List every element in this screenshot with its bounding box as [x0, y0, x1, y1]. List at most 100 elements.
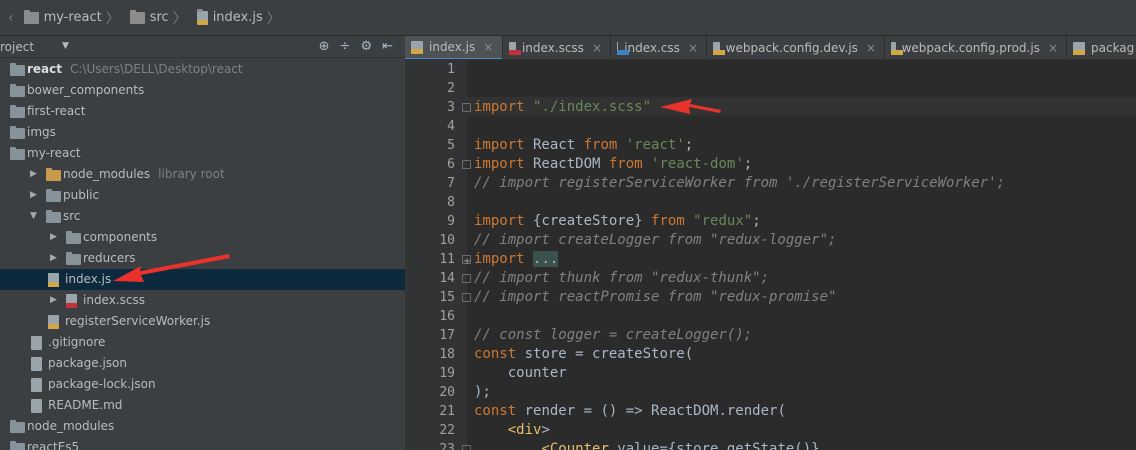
code-line: 9 import {createStore} from "redux";	[405, 212, 1136, 231]
chevron-right-icon[interactable]: ▶	[50, 253, 57, 263]
folder-icon	[10, 420, 25, 433]
breadcrumb: ‹ my-react 〉 src 〉 index.js 〉	[0, 0, 1136, 36]
code-line: 6 import ReactDOM from 'react-dom';	[405, 155, 1136, 174]
tree-item[interactable]: ▶ node_modules library root	[0, 164, 405, 185]
tree-item-label: first-react	[27, 104, 86, 118]
chevron-down-icon[interactable]: ▼	[30, 211, 37, 221]
tree-item-hint: C:\Users\DELL\Desktop\react	[70, 62, 243, 76]
collapse-fold-icon[interactable]	[462, 274, 471, 283]
scss-file-icon	[66, 294, 77, 308]
code-line: 16	[405, 307, 1136, 326]
collapse-fold-icon[interactable]	[462, 103, 471, 112]
tree-item-label: react C:\Users\DELL\Desktop\react	[27, 62, 243, 76]
tree-item-label: registerServiceWorker.js	[65, 314, 211, 328]
folder-icon	[10, 147, 25, 160]
line-number: 23	[439, 442, 455, 450]
code-line: 11 import ...	[405, 250, 1136, 271]
tree-item[interactable]: ▶ public	[0, 185, 405, 206]
tree-item[interactable]: .gitignore	[0, 332, 405, 353]
editor-tab[interactable]: index.scss ×	[503, 36, 611, 59]
line-number: 11	[439, 252, 455, 267]
close-icon[interactable]: ×	[592, 41, 602, 55]
code-line: 21 const render = () => ReactDOM.render(	[405, 402, 1136, 421]
code-text: // import reactPromise from "redux-promi…	[474, 289, 837, 305]
close-icon[interactable]: ×	[688, 41, 698, 55]
scss-file-icon	[509, 41, 521, 55]
code-text: );	[474, 384, 491, 400]
editor-tab-label: packag	[1091, 41, 1135, 55]
tree-item-label: README.md	[48, 398, 123, 412]
close-icon[interactable]: ×	[483, 40, 493, 54]
collapse-fold-icon[interactable]	[462, 445, 471, 450]
tree-item[interactable]: ▶ index.scss	[0, 290, 405, 311]
tree-item[interactable]: first-react	[0, 101, 405, 122]
folder-icon	[129, 9, 145, 24]
tree-item-label: public	[63, 188, 100, 202]
breadcrumb-item-src[interactable]: src 〉	[124, 8, 191, 28]
hide-panel-icon[interactable]: ⇤	[382, 39, 393, 54]
tree-item-label: bower_components	[27, 83, 145, 97]
code-line: 8	[405, 193, 1136, 212]
editor-tab[interactable]: packag	[1067, 36, 1136, 59]
code-text: // const logger = createLogger();	[474, 327, 753, 343]
tree-item[interactable]: README.md	[0, 395, 405, 416]
line-number: 2	[447, 81, 455, 96]
library-folder-icon	[46, 168, 61, 181]
project-view-selector[interactable]: roject	[0, 40, 34, 54]
chevron-right-icon[interactable]: ▶	[30, 169, 37, 179]
tree-item[interactable]: imgs	[0, 122, 405, 143]
tree-item-label: package.json	[48, 356, 128, 370]
code-text: // import createLogger from "redux-logge…	[474, 232, 837, 248]
tree-item-label: .gitignore	[48, 335, 106, 349]
tree-item[interactable]: ▶ reducers	[0, 248, 405, 269]
tree-item[interactable]: package-lock.json	[0, 374, 405, 395]
chevron-right-icon: 〉	[105, 10, 120, 27]
editor-tab[interactable]: index.css ×	[611, 36, 707, 59]
tree-item[interactable]: index.js	[0, 269, 405, 290]
chevron-right-icon[interactable]: ▶	[30, 190, 37, 200]
gear-icon[interactable]: ⚙	[360, 39, 372, 54]
tree-item[interactable]: ▶ components	[0, 227, 405, 248]
tree-item[interactable]: my-react	[0, 143, 405, 164]
expand-fold-icon[interactable]	[462, 252, 471, 271]
collapse-all-icon[interactable]: ÷	[340, 39, 351, 54]
tree-item[interactable]: reactEs5	[0, 437, 405, 450]
line-number: 15	[439, 290, 455, 305]
editor-tab-label: webpack.config.dev.js	[725, 41, 858, 55]
collapse-fold-icon[interactable]	[462, 160, 471, 169]
editor-tab[interactable]: webpack.config.prod.js ×	[885, 36, 1067, 59]
tree-item[interactable]: registerServiceWorker.js	[0, 311, 405, 332]
folder-icon	[66, 252, 81, 265]
code-line: 10 // import createLogger from "redux-log…	[405, 231, 1136, 250]
js-file-icon	[411, 40, 423, 54]
chevron-down-icon[interactable]: ▼	[62, 41, 69, 51]
line-number: 19	[439, 366, 455, 381]
tree-item[interactable]: bower_components	[0, 80, 405, 101]
breadcrumb-item-my-react[interactable]: my-react 〉	[18, 8, 124, 28]
close-icon[interactable]: ×	[866, 41, 876, 55]
breadcrumb-item-index-js[interactable]: index.js 〉	[191, 8, 285, 28]
code-line: 23 <Counter value={store.getState()}	[405, 440, 1136, 450]
collapse-fold-icon[interactable]	[462, 293, 471, 302]
code-line: 3 import "./index.scss"	[405, 98, 1136, 117]
file-icon	[31, 336, 42, 350]
tree-item[interactable]: ▼ src	[0, 206, 405, 227]
tree-item-label: package-lock.json	[48, 377, 156, 391]
close-icon[interactable]: ×	[1048, 41, 1058, 55]
folder-icon	[46, 189, 61, 202]
editor-tab[interactable]: webpack.config.dev.js ×	[707, 36, 885, 59]
chevron-right-icon[interactable]: ▶	[50, 295, 57, 305]
editor-tab-label: webpack.config.prod.js	[901, 41, 1040, 55]
line-number: 8	[447, 195, 455, 210]
tree-item-label: components	[83, 230, 158, 244]
tree-item-hint: library root	[158, 167, 225, 181]
folder-icon	[66, 231, 81, 244]
js-file-icon	[713, 41, 725, 55]
tree-item[interactable]: react C:\Users\DELL\Desktop\react	[0, 59, 405, 80]
chevron-right-icon[interactable]: ▶	[50, 232, 57, 242]
editor-tab[interactable]: index.js ×	[405, 36, 503, 59]
breadcrumb-back[interactable]: ‹	[4, 10, 18, 26]
tree-item[interactable]: node_modules	[0, 416, 405, 437]
tree-item[interactable]: package.json	[0, 353, 405, 374]
locate-file-icon[interactable]: ⊕	[319, 39, 330, 54]
